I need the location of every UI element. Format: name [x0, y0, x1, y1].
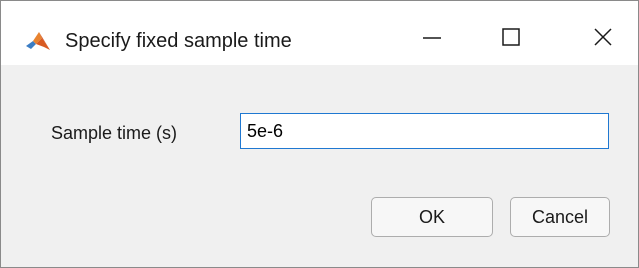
- maximize-button[interactable]: [481, 13, 541, 65]
- cancel-button[interactable]: Cancel: [510, 197, 610, 237]
- minimize-button[interactable]: [402, 13, 462, 65]
- maximize-icon: [500, 26, 522, 53]
- close-button[interactable]: [573, 13, 633, 65]
- sample-time-input[interactable]: [240, 113, 609, 149]
- sample-time-label: Sample time (s): [51, 123, 178, 143]
- dialog-body: Sample time (s) OK Cancel: [1, 65, 638, 267]
- close-icon: [592, 26, 614, 53]
- minimize-icon: [421, 26, 443, 53]
- window-title: Specify fixed sample time: [65, 30, 292, 52]
- dialog-window: Specify fixed sample time Sample time (s…: [0, 0, 639, 268]
- ok-button[interactable]: OK: [371, 197, 493, 237]
- matlab-icon: [25, 30, 51, 52]
- title-bar[interactable]: Specify fixed sample time: [1, 1, 638, 65]
